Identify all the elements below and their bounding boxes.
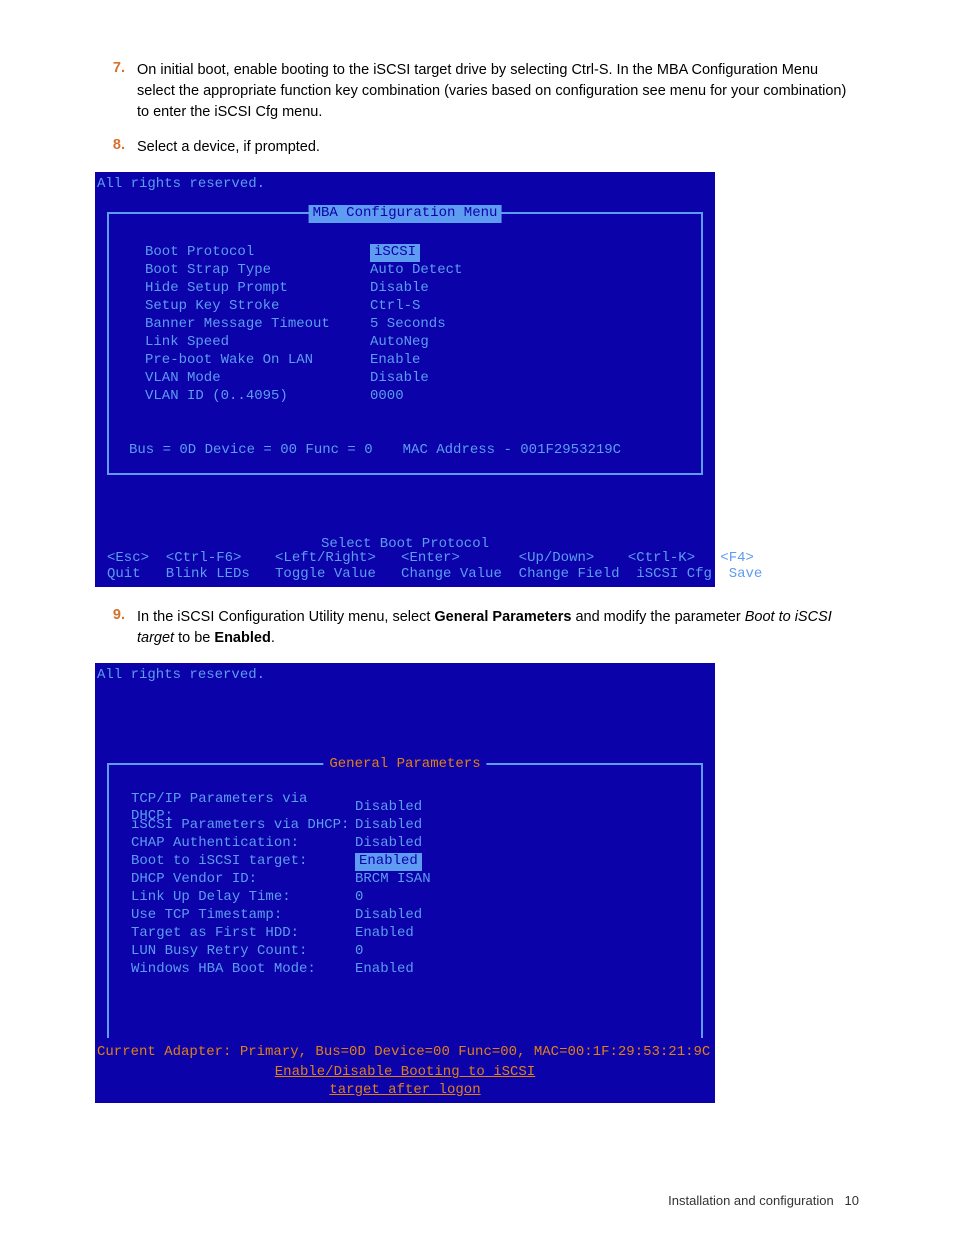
mba-panel-title: MBA Configuration Menu (309, 205, 502, 223)
setting-label: Target as First HDD: (131, 925, 355, 943)
s9-b: and modify the parameter (571, 609, 744, 625)
setting-value: Disabled (355, 817, 422, 835)
setting-label: LUN Busy Retry Count: (131, 943, 355, 961)
footer-section: Installation and configuration (668, 1193, 834, 1208)
mba-setting-row: Boot Strap TypeAuto Detect (145, 262, 462, 280)
gp-settings-list: TCP/IP Parameters via DHCP:DisablediSCSI… (131, 799, 431, 979)
mba-setting-row: VLAN ID (0..4095)0000 (145, 388, 462, 406)
setting-value: AutoNeg (370, 334, 429, 352)
setting-value: Auto Detect (370, 262, 462, 280)
setting-label: CHAP Authentication: (131, 835, 355, 853)
footer-page: 10 (845, 1193, 859, 1208)
gp-setting-row: Link Up Delay Time:0 (131, 889, 431, 907)
setting-label: Boot Protocol (145, 244, 370, 262)
s9-d: . (271, 630, 275, 646)
mba-setting-row: Setup Key StrokeCtrl-S (145, 298, 462, 316)
setting-label: Banner Message Timeout (145, 316, 370, 334)
setting-value: Disabled (355, 835, 422, 853)
setting-label: Link Up Delay Time: (131, 889, 355, 907)
step-7-text: On initial boot, enable booting to the i… (137, 60, 859, 123)
setting-value: Disabled (355, 907, 422, 925)
setting-value: Ctrl-S (370, 298, 420, 316)
step-number-8: 8. (95, 137, 137, 153)
gp-setting-row: LUN Busy Retry Count:0 (131, 943, 431, 961)
setting-label: Boot to iSCSI target: (131, 853, 355, 871)
setting-value: Enabled (355, 853, 422, 871)
general-parameters-panel: General Parameters TCP/IP Parameters via… (107, 763, 703, 1038)
general-parameters-screenshot: All rights reserved. General Parameters … (95, 663, 715, 1103)
step-number-7: 7. (95, 60, 137, 76)
setting-value: Enabled (355, 925, 414, 943)
setting-value: Enabled (355, 961, 414, 979)
bus-line-a: Bus = 0D Device = 00 Func = 0 (129, 442, 373, 458)
setting-value: Disabled (355, 799, 422, 817)
s9-a: In the iSCSI Configuration Utility menu,… (137, 609, 434, 625)
gp-setting-row: iSCSI Parameters via DHCP:Disabled (131, 817, 431, 835)
setting-label: Boot Strap Type (145, 262, 370, 280)
rights-text-2: All rights reserved. (97, 667, 265, 685)
function-keys-row2: Quit Blink LEDs Toggle Value Change Valu… (107, 566, 762, 584)
gp-setting-row: Boot to iSCSI target:Enabled (131, 853, 431, 871)
setting-value: 0000 (370, 388, 404, 406)
setting-value: Enable (370, 352, 420, 370)
mba-settings-list: Boot ProtocoliSCSIBoot Strap TypeAuto De… (145, 244, 462, 406)
gp-setting-row: CHAP Authentication:Disabled (131, 835, 431, 853)
mba-setting-row: VLAN ModeDisable (145, 370, 462, 388)
setting-label: Windows HBA Boot Mode: (131, 961, 355, 979)
mba-setting-row: Link SpeedAutoNeg (145, 334, 462, 352)
step-number-9: 9. (95, 607, 137, 623)
s9-c: to be (174, 630, 214, 646)
mba-setting-row: Pre-boot Wake On LANEnable (145, 352, 462, 370)
mba-config-screenshot: All rights reserved. MBA Configuration M… (95, 172, 715, 587)
rights-text: All rights reserved. (97, 176, 265, 194)
setting-value: 0 (355, 889, 363, 907)
gp-setting-row: Windows HBA Boot Mode:Enabled (131, 961, 431, 979)
gp-panel-title: General Parameters (323, 756, 486, 774)
mba-config-panel: MBA Configuration Menu Boot ProtocoliSCS… (107, 212, 703, 475)
gp-setting-row: DHCP Vendor ID:BRCM ISAN (131, 871, 431, 889)
bus-line-b: MAC Address - 001F2953219C (403, 442, 621, 458)
gp-setting-row: TCP/IP Parameters via DHCP:Disabled (131, 799, 431, 817)
step-8-text: Select a device, if prompted. (137, 137, 859, 158)
setting-label: iSCSI Parameters via DHCP: (131, 817, 355, 835)
gp-setting-row: Use TCP Timestamp:Disabled (131, 907, 431, 925)
setting-value: Disable (370, 280, 429, 298)
setting-label: Link Speed (145, 334, 370, 352)
setting-value: Disable (370, 370, 429, 388)
setting-label: VLAN Mode (145, 370, 370, 388)
setting-label: Use TCP Timestamp: (131, 907, 355, 925)
mba-setting-row: Hide Setup PromptDisable (145, 280, 462, 298)
function-keys-row1: <Esc> <Ctrl-F6> <Left/Right> <Enter> <Up… (107, 550, 754, 568)
s9-bold1: General Parameters (434, 609, 571, 625)
setting-label: VLAN ID (0..4095) (145, 388, 370, 406)
step-9-text: In the iSCSI Configuration Utility menu,… (137, 607, 859, 649)
setting-label: DHCP Vendor ID: (131, 871, 355, 889)
current-adapter-line: Current Adapter: Primary, Bus=0D Device=… (97, 1044, 710, 1062)
setting-value: 5 Seconds (370, 316, 446, 334)
page-footer: Installation and configuration 10 (0, 1163, 954, 1248)
bus-mac-line: Bus = 0D Device = 00 Func = 0 MAC Address… (129, 442, 621, 460)
s9-bold2: Enabled (214, 630, 270, 646)
setting-label: Pre-boot Wake On LAN (145, 352, 370, 370)
gp-setting-row: Target as First HDD:Enabled (131, 925, 431, 943)
mba-setting-row: Boot ProtocoliSCSI (145, 244, 462, 262)
mba-setting-row: Banner Message Timeout5 Seconds (145, 316, 462, 334)
setting-value: 0 (355, 943, 363, 961)
setting-value: BRCM ISAN (355, 871, 431, 889)
setting-label: Hide Setup Prompt (145, 280, 370, 298)
setting-value: iSCSI (370, 244, 420, 262)
help-line: Enable/Disable Booting to iSCSI target a… (250, 1064, 560, 1099)
setting-label: Setup Key Stroke (145, 298, 370, 316)
